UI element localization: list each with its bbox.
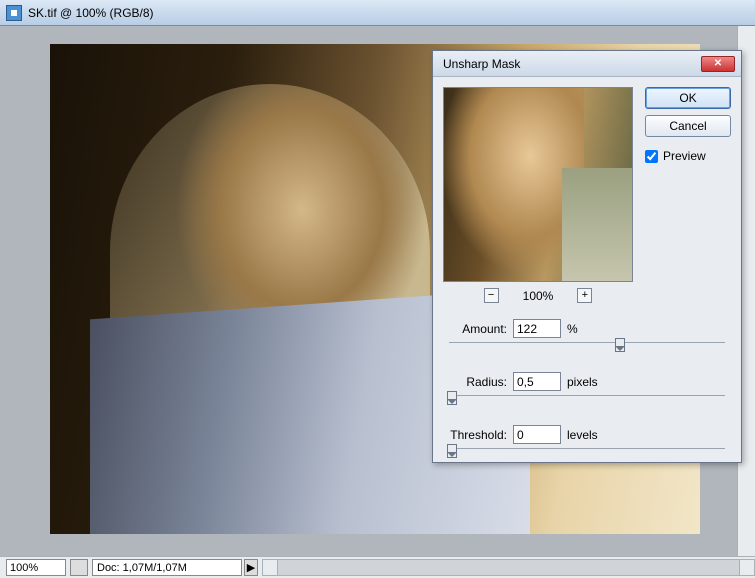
- ok-label: OK: [679, 91, 696, 105]
- dialog-title: Unsharp Mask: [443, 57, 520, 71]
- amount-slider-thumb[interactable]: [615, 338, 625, 352]
- zoom-level-text: 100%: [10, 562, 38, 574]
- radius-label: Radius:: [443, 375, 507, 389]
- dialog-body: − 100% + OK Cancel Preview Amount: %: [433, 77, 741, 462]
- preview-zoom-controls: − 100% +: [443, 288, 633, 303]
- close-icon: ✕: [714, 58, 722, 69]
- threshold-label: Threshold:: [443, 428, 507, 442]
- amount-param: Amount: %: [443, 319, 731, 356]
- hand-tool-button[interactable]: [70, 559, 88, 576]
- cancel-button[interactable]: Cancel: [645, 115, 731, 137]
- plus-icon: +: [582, 290, 588, 301]
- amount-slider[interactable]: [449, 342, 725, 356]
- minus-icon: −: [488, 290, 494, 301]
- threshold-input[interactable]: [513, 425, 561, 444]
- unsharp-mask-dialog: Unsharp Mask ✕ − 100% + OK Cancel Previe…: [432, 50, 742, 463]
- threshold-slider[interactable]: [449, 448, 725, 462]
- radius-input[interactable]: [513, 372, 561, 391]
- amount-label: Amount:: [443, 322, 507, 336]
- ok-button[interactable]: OK: [645, 87, 731, 109]
- dialog-titlebar[interactable]: Unsharp Mask ✕: [433, 51, 741, 77]
- filter-preview[interactable]: [443, 87, 633, 282]
- document-info[interactable]: Doc: 1,07M/1,07M: [92, 559, 242, 576]
- threshold-param: Threshold: levels: [443, 425, 731, 462]
- radius-param: Radius: pixels: [443, 372, 731, 409]
- radius-unit: pixels: [567, 375, 598, 389]
- preview-checkbox-row[interactable]: Preview: [645, 149, 731, 163]
- amount-unit: %: [567, 322, 578, 336]
- threshold-slider-thumb[interactable]: [447, 444, 457, 458]
- preview-checkbox[interactable]: [645, 150, 658, 163]
- preview-zoom-level: 100%: [523, 289, 554, 303]
- preview-checkbox-label: Preview: [663, 149, 706, 163]
- amount-input[interactable]: [513, 319, 561, 338]
- zoom-in-button[interactable]: +: [577, 288, 592, 303]
- document-titlebar: SK.tif @ 100% (RGB/8): [0, 0, 755, 26]
- threshold-unit: levels: [567, 428, 598, 442]
- document-icon: [6, 5, 22, 21]
- document-info-text: Doc: 1,07M/1,07M: [97, 562, 187, 574]
- radius-slider[interactable]: [449, 395, 725, 409]
- zoom-level-input[interactable]: 100%: [6, 559, 66, 576]
- cancel-label: Cancel: [669, 119, 706, 133]
- chevron-right-icon: ▶: [247, 561, 255, 574]
- close-button[interactable]: ✕: [701, 56, 735, 72]
- dialog-side-buttons: OK Cancel Preview: [645, 87, 731, 163]
- document-info-menu[interactable]: ▶: [244, 559, 258, 576]
- document-title: SK.tif @ 100% (RGB/8): [28, 6, 154, 20]
- status-bar: 100% Doc: 1,07M/1,07M ▶: [0, 556, 755, 578]
- horizontal-scrollbar[interactable]: [262, 559, 755, 576]
- zoom-out-button[interactable]: −: [484, 288, 499, 303]
- radius-slider-thumb[interactable]: [447, 391, 457, 405]
